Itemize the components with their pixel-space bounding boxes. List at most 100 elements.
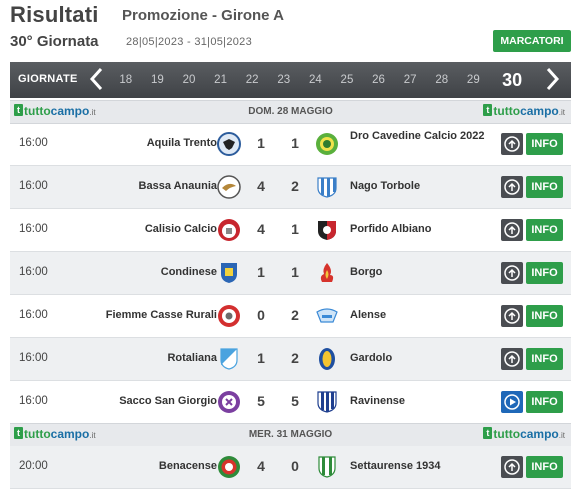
match-time: 16:00 (19, 223, 48, 235)
yellow-blue-crest-icon (315, 347, 339, 371)
home-team[interactable]: Bassa Anaunia (139, 180, 217, 192)
blue-shield-icon (217, 261, 241, 285)
play-icon[interactable] (501, 391, 523, 413)
tuttocampo-logo[interactable]: t tuttocampo.it (483, 427, 565, 441)
match-row: 16:00 Aquila Trento 1 1 Dro Cavedine Cal… (10, 123, 571, 166)
home-score: 4 (257, 221, 265, 237)
red-ring-crest-icon (217, 304, 241, 328)
info-button[interactable]: INFO (526, 262, 563, 284)
round-item[interactable]: 18 (110, 62, 142, 98)
sky-blue-shield-icon (217, 347, 241, 371)
info-button[interactable]: INFO (526, 133, 563, 155)
away-score: 1 (291, 135, 299, 151)
match-time: 20:00 (19, 460, 48, 472)
away-team[interactable]: Dro Cavedine Calcio 2022 (350, 130, 490, 143)
match-row: 16:00 Condinese 1 1 Borgo INFO (10, 252, 571, 295)
info-button[interactable]: INFO (526, 456, 563, 478)
round-item[interactable]: 24 (300, 62, 332, 98)
away-team[interactable]: Nago Torbole (350, 180, 490, 193)
tuttocampo-logo[interactable]: t tuttocampo.it (483, 104, 565, 118)
light-blue-wing-crest-icon (315, 304, 339, 328)
home-score: 1 (257, 135, 265, 151)
green-circle-crest-icon (315, 132, 339, 156)
home-score: 4 (257, 458, 265, 474)
home-team[interactable]: Rotaliana (167, 352, 217, 364)
info-button[interactable]: INFO (526, 305, 563, 327)
away-team[interactable]: Gardolo (350, 352, 490, 365)
round-item[interactable]: 19 (142, 62, 174, 98)
round-nav-label: GIORNATE (18, 73, 78, 85)
info-button[interactable]: INFO (526, 391, 563, 413)
away-score: 5 (291, 393, 299, 409)
round-item[interactable]: 28 (426, 62, 458, 98)
home-team[interactable]: Calisio Calcio (145, 223, 217, 235)
round-navigation: GIORNATE 18 19 20 21 22 23 24 25 26 27 2… (10, 62, 571, 98)
away-team[interactable]: Porfido Albiano (350, 223, 490, 236)
home-score: 1 (257, 264, 265, 280)
round-label: 30° Giornata (10, 33, 99, 50)
away-team[interactable]: Borgo (350, 266, 490, 279)
round-item[interactable]: 27 (394, 62, 426, 98)
upload-icon[interactable] (501, 456, 523, 478)
match-time: 16:00 (19, 137, 48, 149)
home-score: 1 (257, 350, 265, 366)
upload-icon[interactable] (501, 305, 523, 327)
round-item[interactable]: 26 (363, 62, 395, 98)
away-team[interactable]: Ravinense (350, 395, 490, 408)
upload-icon[interactable] (501, 133, 523, 155)
round-item[interactable]: 29 (458, 62, 490, 98)
info-button[interactable]: INFO (526, 219, 563, 241)
home-score: 4 (257, 178, 265, 194)
away-score: 2 (291, 307, 299, 323)
day-header: t tuttocampo.it MER. 31 MAGGIO t tuttocamp… (10, 423, 571, 447)
round-list: 18 19 20 21 22 23 24 25 26 27 28 29 30 (110, 62, 535, 98)
match-time: 16:00 (19, 266, 48, 278)
match-time: 16:00 (19, 309, 48, 321)
home-score: 5 (257, 393, 265, 409)
match-time: 16:00 (19, 352, 48, 364)
round-item[interactable]: 20 (173, 62, 205, 98)
away-score: 1 (291, 221, 299, 237)
red-flame-crest-icon (315, 261, 339, 285)
purple-ring-crest-icon (217, 390, 241, 414)
home-team[interactable]: Fiemme Casse Rurali (106, 309, 217, 321)
home-team[interactable]: Aquila Trento (147, 137, 217, 149)
upload-icon[interactable] (501, 348, 523, 370)
away-team[interactable]: Settaurense 1934 (350, 460, 490, 473)
match-row: 16:00 Calisio Calcio 4 1 Porfido Albiano… (10, 209, 571, 252)
date-range: 28|05|2023 - 31|05|2023 (126, 36, 252, 48)
round-item-current[interactable]: 30 (489, 62, 535, 98)
upload-icon[interactable] (501, 219, 523, 241)
tuttocampo-icon: t (483, 104, 493, 116)
results-widget: Risultati Promozione - Girone A 30° Gior… (0, 0, 578, 495)
black-red-shield-icon (315, 218, 339, 242)
match-row: 20:00 Benacense 4 0 Settaurense 1934 INF… (10, 446, 571, 489)
away-score: 1 (291, 264, 299, 280)
round-item[interactable]: 25 (331, 62, 363, 98)
tuttocampo-icon: t (483, 427, 493, 439)
info-button[interactable]: INFO (526, 176, 563, 198)
blue-white-shield-icon (315, 175, 339, 199)
round-item[interactable]: 22 (236, 62, 268, 98)
eagle-crest-icon (217, 132, 241, 156)
round-item[interactable]: 21 (205, 62, 237, 98)
red-green-crest-icon (217, 455, 241, 479)
league-name: Promozione - Girone A (122, 7, 284, 24)
chevron-right-icon[interactable] (543, 66, 561, 92)
home-score: 0 (257, 307, 265, 323)
chevron-left-icon[interactable] (88, 66, 106, 92)
round-item[interactable]: 23 (268, 62, 300, 98)
away-score: 0 (291, 458, 299, 474)
blue-stripes-shield-icon (315, 390, 339, 414)
home-team[interactable]: Condinese (161, 266, 217, 278)
upload-icon[interactable] (501, 262, 523, 284)
home-team[interactable]: Sacco San Giorgio (119, 395, 217, 407)
home-team[interactable]: Benacense (159, 460, 217, 472)
info-button[interactable]: INFO (526, 348, 563, 370)
away-team[interactable]: Alense (350, 309, 490, 322)
green-white-stripes-icon (315, 455, 339, 479)
scorers-button[interactable]: MARCATORI (493, 30, 571, 52)
match-time: 16:00 (19, 180, 48, 192)
day-header: t tuttocampo.it DOM. 28 MAGGIO t tuttocamp… (10, 100, 571, 124)
upload-icon[interactable] (501, 176, 523, 198)
